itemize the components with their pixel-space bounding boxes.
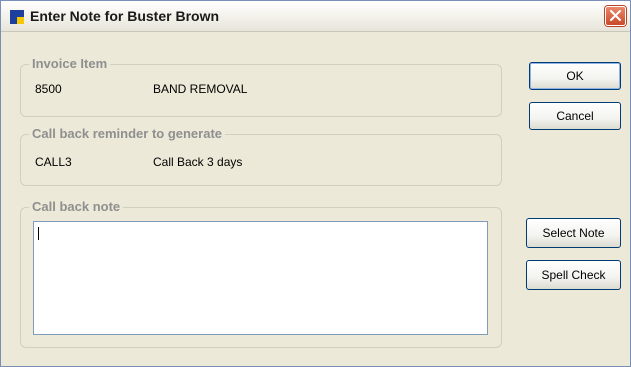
select-note-button[interactable]: Select Note (526, 218, 621, 248)
dialog-window: Enter Note for Buster Brown Invoice Item… (0, 0, 631, 367)
window-title: Enter Note for Buster Brown (30, 8, 220, 24)
spell-check-button[interactable]: Spell Check (526, 260, 621, 290)
invoice-item-legend: Invoice Item (29, 56, 111, 71)
ok-button-label: OK (566, 69, 584, 83)
reminder-legend: Call back reminder to generate (29, 126, 226, 141)
invoice-item-group: Invoice Item 8500 BAND REMOVAL (20, 56, 502, 117)
reminder-group: Call back reminder to generate CALL3 Cal… (20, 126, 502, 186)
invoice-item-description: BAND REMOVAL (153, 82, 248, 96)
cancel-button-label: Cancel (556, 109, 594, 123)
reminder-description: Call Back 3 days (153, 155, 243, 169)
ok-button[interactable]: OK (529, 62, 621, 90)
call-back-note-textarea[interactable] (33, 221, 488, 335)
note-group: Call back note (20, 199, 502, 348)
note-legend: Call back note (29, 199, 124, 214)
close-button[interactable] (605, 6, 626, 26)
reminder-code: CALL3 (35, 155, 72, 169)
select-note-button-label: Select Note (542, 226, 605, 240)
invoice-item-code: 8500 (35, 82, 62, 96)
close-icon (610, 10, 621, 21)
spell-check-button-label: Spell Check (541, 268, 606, 282)
cancel-button[interactable]: Cancel (529, 102, 621, 130)
app-icon (10, 10, 24, 24)
text-caret (38, 227, 39, 240)
title-bar[interactable]: Enter Note for Buster Brown (1, 1, 630, 32)
